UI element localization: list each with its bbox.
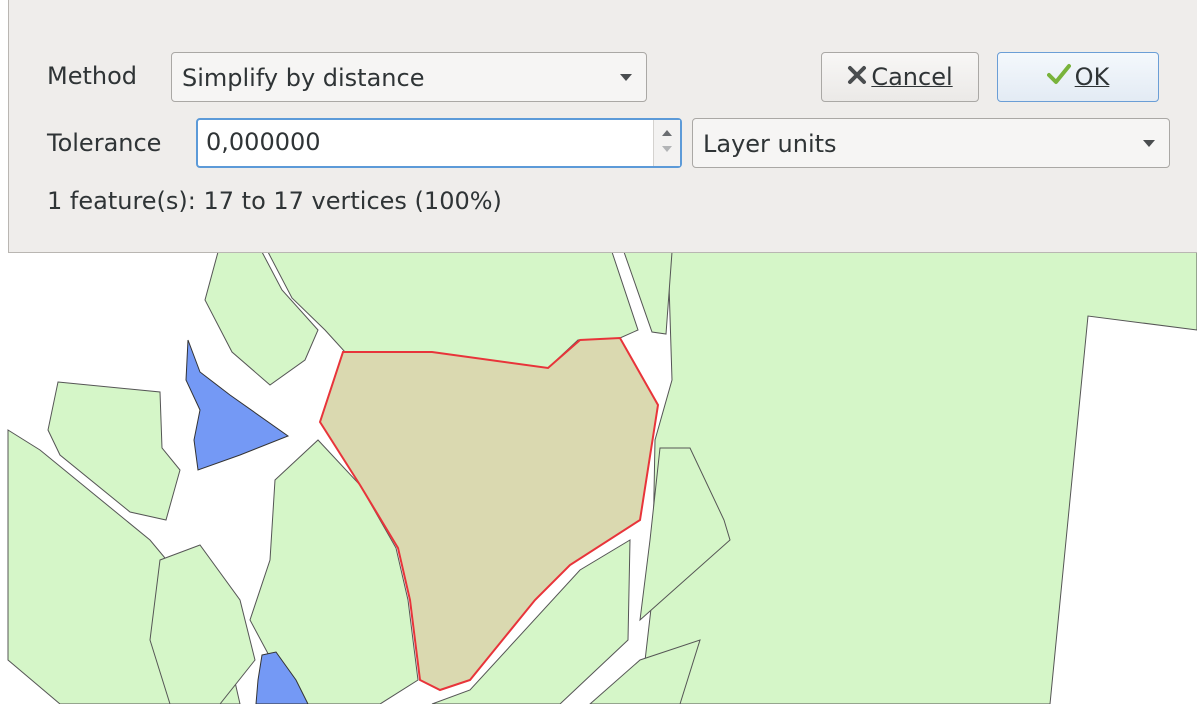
units-select-value: Layer units (703, 130, 837, 158)
spinbox-buttons[interactable] (653, 120, 680, 166)
ok-button-label: OK (1074, 63, 1110, 91)
chevron-down-icon (620, 74, 632, 81)
method-label: Method (47, 62, 138, 90)
tolerance-input[interactable]: 0,000000 (206, 120, 321, 164)
tolerance-spinbox[interactable]: 0,000000 (196, 118, 682, 168)
chevron-down-icon (1143, 140, 1155, 147)
cross-icon (847, 63, 867, 91)
units-select[interactable]: Layer units (692, 118, 1170, 168)
status-text: 1 feature(s): 17 to 17 vertices (100%) (47, 187, 502, 215)
method-select[interactable]: Simplify by distance (171, 52, 647, 102)
ok-button[interactable]: OK (997, 52, 1159, 102)
method-select-value: Simplify by distance (182, 64, 425, 92)
cancel-button[interactable]: Cancel (821, 52, 979, 102)
simplify-dialog: Method Simplify by distance Cancel OK To… (8, 0, 1197, 253)
checkmark-icon (1046, 63, 1071, 91)
cancel-button-label: Cancel (871, 63, 953, 91)
spin-up-icon[interactable] (662, 130, 672, 136)
tolerance-label: Tolerance (47, 129, 162, 157)
spin-down-icon[interactable] (662, 146, 672, 152)
